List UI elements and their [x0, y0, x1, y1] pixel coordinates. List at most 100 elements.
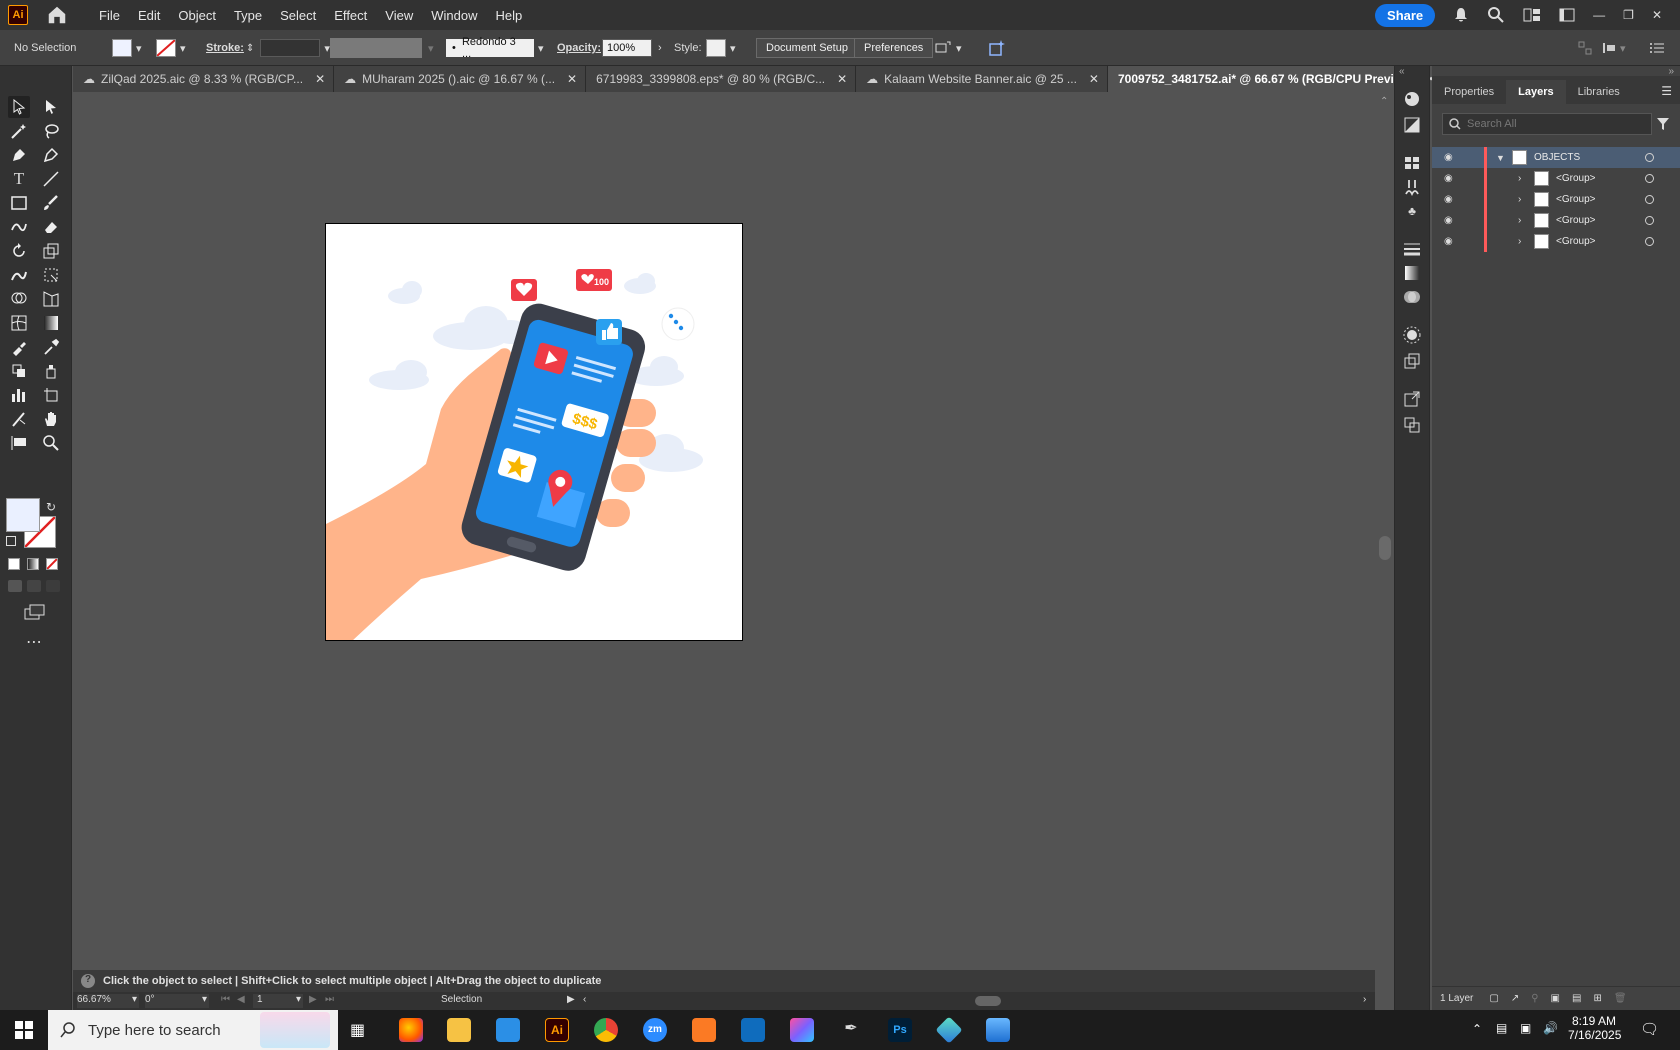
menu-help[interactable]: Help: [486, 8, 531, 23]
selection-tool-icon[interactable]: [8, 96, 30, 118]
menu-type[interactable]: Type: [225, 8, 271, 23]
layers-search-input[interactable]: Search All: [1442, 113, 1652, 135]
file-explorer-icon[interactable]: [447, 1018, 471, 1042]
close-tab-icon[interactable]: ✕: [315, 72, 325, 86]
creative-cloud-icon[interactable]: [790, 1018, 814, 1042]
chevron-right-icon[interactable]: ›: [1518, 194, 1521, 205]
target-circle-icon[interactable]: [1645, 153, 1654, 162]
tab-properties[interactable]: Properties: [1432, 80, 1506, 104]
draw-behind-icon[interactable]: [27, 580, 41, 592]
layer-group-4[interactable]: ◉ › <Group>: [1432, 231, 1680, 252]
show-hidden-icons[interactable]: ⌃: [1472, 1022, 1482, 1036]
zoom-select[interactable]: 66.67% ▾: [77, 994, 139, 1008]
visibility-eye-icon[interactable]: ◉: [1444, 215, 1453, 226]
menu-select[interactable]: Select: [271, 8, 325, 23]
appearance-icon[interactable]: [1401, 324, 1423, 346]
layer-objects[interactable]: ◉ ▼ OBJECTS: [1432, 147, 1680, 168]
document-setup-button[interactable]: Document Setup: [756, 38, 858, 58]
preferences-button[interactable]: Preferences: [854, 38, 934, 58]
close-icon[interactable]: ✕: [1652, 8, 1662, 22]
print-tiling-tool-icon[interactable]: [8, 432, 30, 454]
group-name[interactable]: <Group>: [1556, 215, 1595, 226]
eyedropper-tool-icon[interactable]: [40, 336, 62, 358]
pen-tool-icon[interactable]: [8, 144, 30, 166]
swap-fill-stroke-icon[interactable]: ↻: [46, 500, 56, 514]
screen-mode-icon[interactable]: [24, 604, 46, 620]
scroll-right-icon[interactable]: ›: [1363, 994, 1366, 1005]
type-tool-icon[interactable]: T: [8, 168, 30, 190]
target-circle-icon[interactable]: [1645, 195, 1654, 204]
taskbar-search[interactable]: Type here to search: [48, 1010, 338, 1050]
panel-menu-icon[interactable]: ☰: [1653, 84, 1680, 104]
collapse-panel-icon[interactable]: »: [1668, 66, 1674, 77]
tab-6719983[interactable]: 6719983_3399808.eps* @ 80 % (RGB/C... ✕: [586, 66, 857, 92]
zoom-tool-icon[interactable]: [40, 432, 62, 454]
scroll-up-icon[interactable]: ⌃: [1380, 96, 1388, 107]
task-view-icon[interactable]: ▦: [350, 1020, 365, 1040]
workspace-icon[interactable]: [1559, 8, 1575, 22]
menu-edit[interactable]: Edit: [129, 8, 169, 23]
firefox-icon[interactable]: [399, 1018, 423, 1042]
slice-tool-icon[interactable]: [8, 408, 30, 430]
vertical-scrollbar[interactable]: ⌃: [1376, 92, 1394, 988]
opacity-input[interactable]: 100% ›: [602, 38, 662, 58]
transform-icon[interactable]: ▾: [934, 38, 962, 58]
close-tab-icon[interactable]: ✕: [567, 72, 577, 86]
create-sublayer-icon[interactable]: ▤: [1572, 993, 1581, 1004]
chevron-right-icon[interactable]: ›: [1518, 173, 1521, 184]
artboard-tool-icon[interactable]: [40, 384, 62, 406]
visibility-eye-icon[interactable]: ◉: [1444, 152, 1453, 163]
first-artboard-icon[interactable]: ⏮: [221, 994, 230, 1005]
layer-group-1[interactable]: ◉ › <Group>: [1432, 168, 1680, 189]
color-mode-icon[interactable]: [8, 558, 20, 570]
lasso-tool-icon[interactable]: [40, 120, 62, 142]
mesh-tool-icon[interactable]: [8, 312, 30, 334]
notifications-icon[interactable]: 🗨: [1640, 1020, 1659, 1038]
tab-muharam[interactable]: ☁ MUharam 2025 ().aic @ 16.67 % (... ✕: [334, 66, 587, 92]
eyedropper-blend-icon[interactable]: [8, 336, 30, 358]
shaper-tool-icon[interactable]: [8, 216, 30, 238]
layer-group-2[interactable]: ◉ › <Group>: [1432, 189, 1680, 210]
opacity-value[interactable]: 100%: [602, 39, 652, 57]
zoom-app-icon[interactable]: zm: [643, 1018, 667, 1042]
gem-app-icon[interactable]: [935, 1016, 963, 1044]
gradient-tool-icon[interactable]: [40, 312, 62, 334]
scroll-thumb[interactable]: [1379, 536, 1391, 560]
brush-definition[interactable]: • Redondo 3 ... ▾: [446, 36, 544, 60]
warp-tool-icon[interactable]: [8, 264, 30, 286]
tab-layers[interactable]: Layers: [1506, 80, 1566, 104]
menu-view[interactable]: View: [376, 8, 422, 23]
photos-icon[interactable]: [986, 1018, 1010, 1042]
share-button[interactable]: Share: [1375, 3, 1436, 27]
fill-color-front[interactable]: [6, 498, 40, 532]
paintbrush-tool-icon[interactable]: [40, 192, 62, 214]
trash-icon[interactable]: 🗑: [1614, 993, 1627, 1004]
illustrator-taskbar-icon[interactable]: Ai: [545, 1018, 569, 1042]
clock[interactable]: 8:19 AM 7/16/2025: [1568, 1014, 1621, 1042]
align-icon[interactable]: [1578, 38, 1592, 58]
next-artboard-icon[interactable]: ▶: [309, 994, 317, 1005]
swatches-icon[interactable]: [1401, 152, 1423, 174]
group-name[interactable]: <Group>: [1556, 194, 1595, 205]
curvature-tool-icon[interactable]: [40, 144, 62, 166]
export-icon[interactable]: [1401, 388, 1423, 410]
chevron-down-icon[interactable]: ▼: [1496, 153, 1505, 163]
draw-normal-icon[interactable]: [8, 580, 22, 592]
chrome-icon[interactable]: [594, 1018, 618, 1042]
graphic-styles-icon[interactable]: [1401, 350, 1423, 372]
hand-tool-icon[interactable]: [40, 408, 62, 430]
visibility-eye-icon[interactable]: ◉: [1444, 173, 1453, 184]
fill-swatch[interactable]: ▾: [112, 38, 142, 58]
transparency-icon[interactable]: [1401, 286, 1423, 308]
tab-kalaam[interactable]: ☁ Kalaam Website Banner.aic @ 25 ... ✕: [856, 66, 1108, 92]
rotation-select[interactable]: 0° ▾: [145, 994, 209, 1008]
panel-options-icon[interactable]: [1650, 38, 1664, 58]
group-name[interactable]: <Group>: [1556, 173, 1595, 184]
layer-group-3[interactable]: ◉ › <Group>: [1432, 210, 1680, 231]
locate-object-icon[interactable]: ⚲: [1531, 993, 1538, 1004]
collect-export-icon[interactable]: ▢: [1489, 993, 1498, 1004]
draw-inside-icon[interactable]: [46, 580, 60, 592]
color-guide-icon[interactable]: [1401, 114, 1423, 136]
symbols-icon[interactable]: ♣: [1401, 200, 1423, 222]
status-menu-icon[interactable]: ▶: [567, 994, 575, 1005]
